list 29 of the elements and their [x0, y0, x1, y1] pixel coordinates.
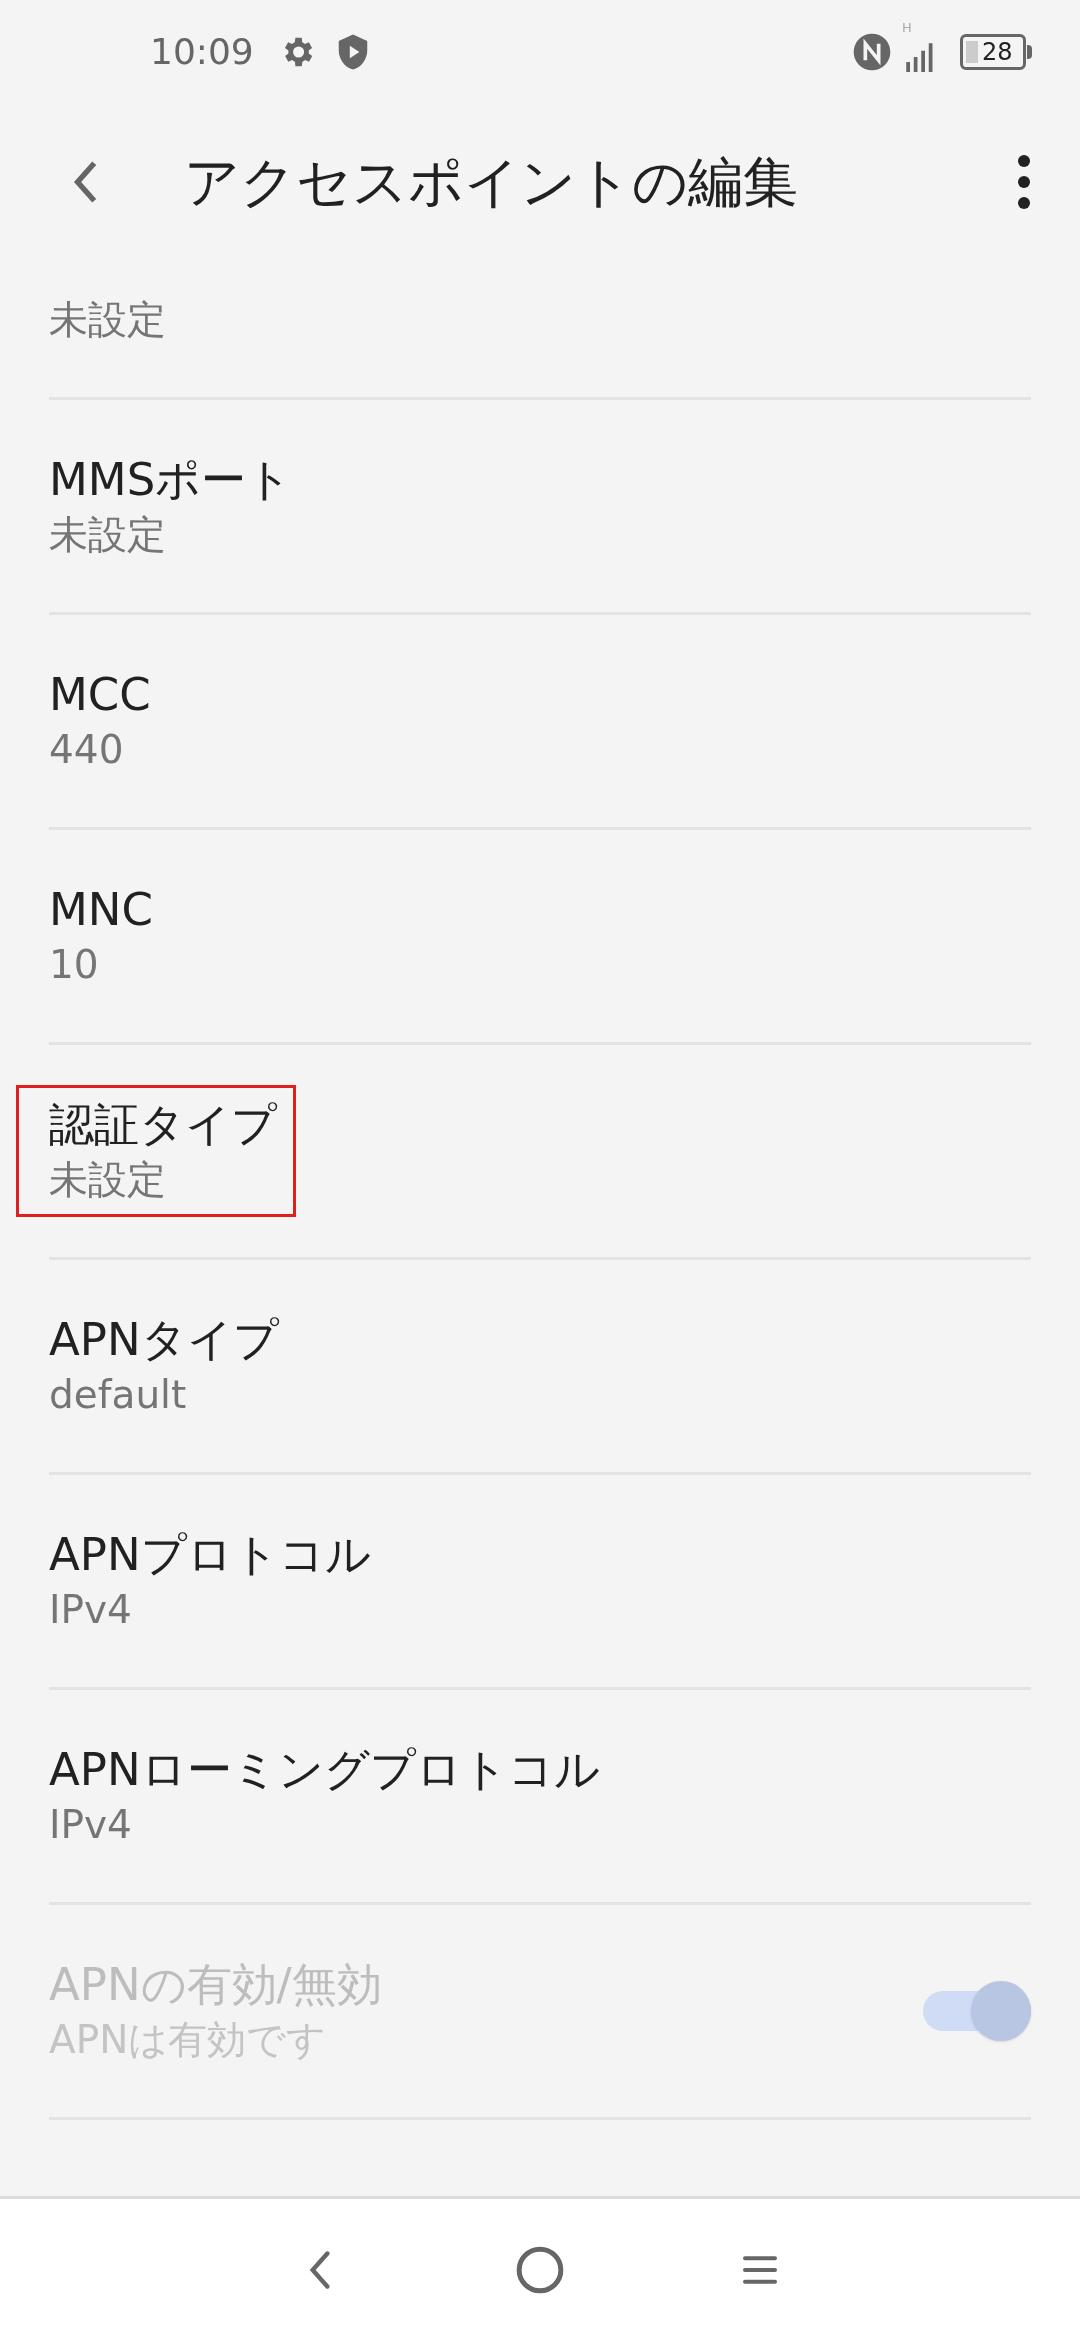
setting-value: 未設定: [49, 296, 166, 344]
setting-item[interactable]: APNローミングプロトコル IPv4: [0, 1690, 1080, 1905]
setting-value: 未設定: [49, 1156, 167, 1204]
battery-indicator: 28: [960, 34, 1032, 70]
setting-item[interactable]: MMSポート 未設定: [0, 400, 1080, 615]
setting-item[interactable]: 認証タイプ 未設定: [0, 1045, 1080, 1260]
setting-item[interactable]: APNプロトコル IPv4: [0, 1475, 1080, 1690]
setting-value: IPv4: [49, 1801, 133, 1849]
setting-value: default: [49, 1371, 188, 1419]
nfc-icon: [852, 32, 892, 72]
setting-title: APNタイプ: [49, 1312, 279, 1368]
setting-title: APNプロトコル: [49, 1527, 371, 1583]
setting-title: 認証タイプ: [49, 1097, 277, 1153]
setting-title: MNC: [49, 882, 153, 938]
setting-value: 10: [49, 941, 100, 989]
setting-item[interactable]: MCC 440: [0, 615, 1080, 830]
setting-item[interactable]: APNタイプ default: [0, 1260, 1080, 1475]
network-type: H: [902, 19, 912, 37]
home-icon: [515, 2244, 565, 2295]
setting-title: MCC: [49, 667, 151, 723]
setting-item[interactable]: 未設定: [0, 260, 1080, 400]
setting-item[interactable]: MNC 10: [0, 830, 1080, 1045]
status-time: 10:09: [150, 30, 254, 74]
setting-title: MMSポート: [49, 452, 293, 508]
setting-value: 440: [49, 726, 125, 774]
setting-value: IPv4: [49, 1586, 133, 1634]
screen-title: アクセスポイントの編集: [184, 148, 798, 216]
setting-value: 未設定: [49, 511, 167, 559]
setting-title: APNローミングプロトコル: [49, 1742, 600, 1798]
